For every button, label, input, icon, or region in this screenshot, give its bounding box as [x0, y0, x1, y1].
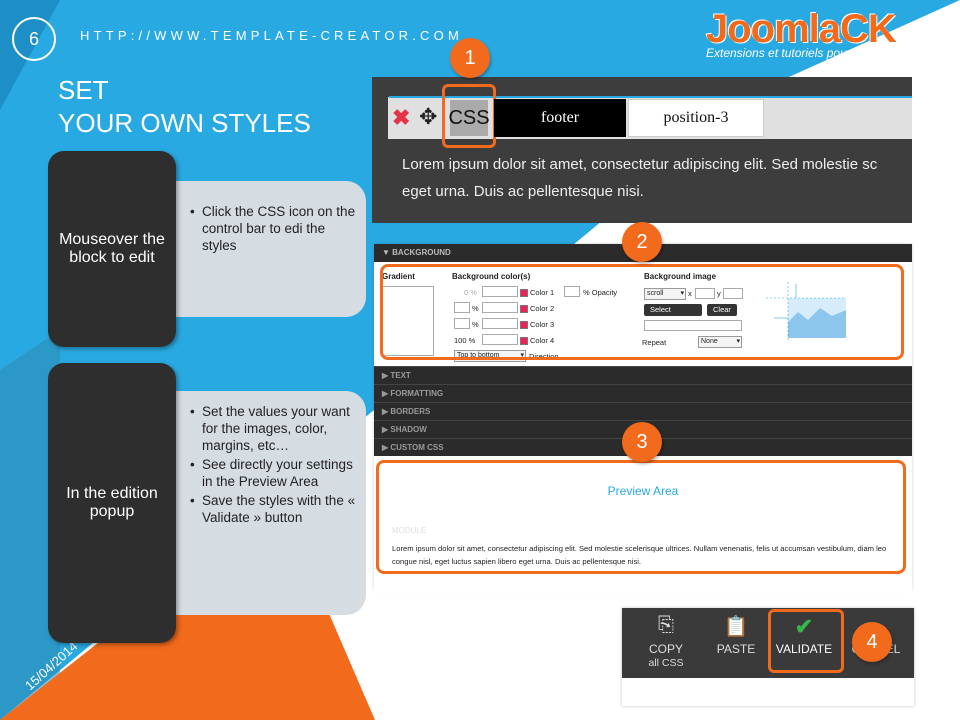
step-2-bullet-3: Save the styles with the « Validate » bu…: [190, 492, 356, 526]
site-url: HTTP://WWW.TEMPLATE-CREATOR.COM: [80, 28, 463, 43]
module-content: Lorem ipsum dolor sit amet, consectetur …: [402, 151, 910, 205]
step-1-heading: Mouseover the block to edit: [48, 151, 176, 347]
title-line-2: YOUR OWN STYLES: [58, 108, 311, 138]
module-control-bar-screenshot: ✖ ✥ CSS footer position-3 Lorem ipsum do…: [372, 77, 912, 223]
joomlack-logo: JoomlaCK Extensions et tutoriels pour Jo…: [706, 8, 950, 60]
section-text[interactable]: ▶ TEXT: [374, 366, 912, 384]
delete-icon[interactable]: ✖: [392, 105, 410, 131]
marker-4: 4: [852, 622, 892, 662]
preview-area: Preview Area MODULE Lorem ipsum dolor si…: [374, 456, 912, 592]
module-content-line-1: Lorem ipsum dolor sit amet, consectetur …: [402, 156, 878, 173]
background-settings-highlight: [380, 264, 904, 360]
logo-tagline: Extensions et tutoriels pour Joomla!®: [706, 46, 905, 60]
slide-number: 6: [12, 17, 56, 61]
section-borders[interactable]: ▶ BORDERS: [374, 402, 912, 420]
marker-3: 3: [622, 422, 662, 462]
marker-1: 1: [450, 38, 490, 78]
paste-label: PASTE: [716, 642, 756, 656]
paste-button[interactable]: 📋 PASTE: [704, 614, 768, 656]
step-2-description: Set the values your want for the images,…: [148, 391, 366, 615]
step-2-heading: In the edition popup: [48, 363, 176, 643]
edition-popup-screenshot: ▼ BACKGROUND Gradient Background color(s…: [374, 244, 912, 592]
logo-text: JoomlaCK: [706, 7, 897, 51]
step-1-bullet-1: Click the CSS icon on the control bar to…: [190, 203, 356, 254]
validate-button-highlight: [768, 609, 844, 673]
paste-icon: 📋: [723, 616, 749, 638]
background-settings: Gradient Background color(s) 0 % Color 1…: [374, 262, 912, 366]
tab-position-3[interactable]: position-3: [628, 99, 764, 137]
copy-button[interactable]: ⎘ COPY all CSS: [634, 614, 698, 669]
step-1-description: Click the CSS icon on the control bar to…: [148, 181, 366, 317]
move-icon[interactable]: ✥: [419, 104, 437, 130]
tab-footer[interactable]: footer: [494, 99, 626, 137]
copy-sublabel: all CSS: [648, 657, 684, 669]
copy-label: COPY: [648, 642, 683, 656]
slide-title: SET YOUR OWN STYLES: [58, 74, 311, 140]
module-content-line-2: eget urna. Duis ac pellentesque nisi.: [402, 183, 644, 200]
title-line-1: SET: [58, 75, 109, 105]
step-2-bullet-1: Set the values your want for the images,…: [190, 403, 356, 454]
copy-icon: ⎘: [658, 614, 674, 636]
section-formatting[interactable]: ▶ FORMATTING: [374, 384, 912, 402]
preview-area-highlight: [376, 460, 906, 574]
marker-2: 2: [622, 222, 662, 262]
css-icon-highlight: [442, 84, 496, 148]
step-2-bullet-2: See directly your settings in the Previe…: [190, 456, 356, 490]
